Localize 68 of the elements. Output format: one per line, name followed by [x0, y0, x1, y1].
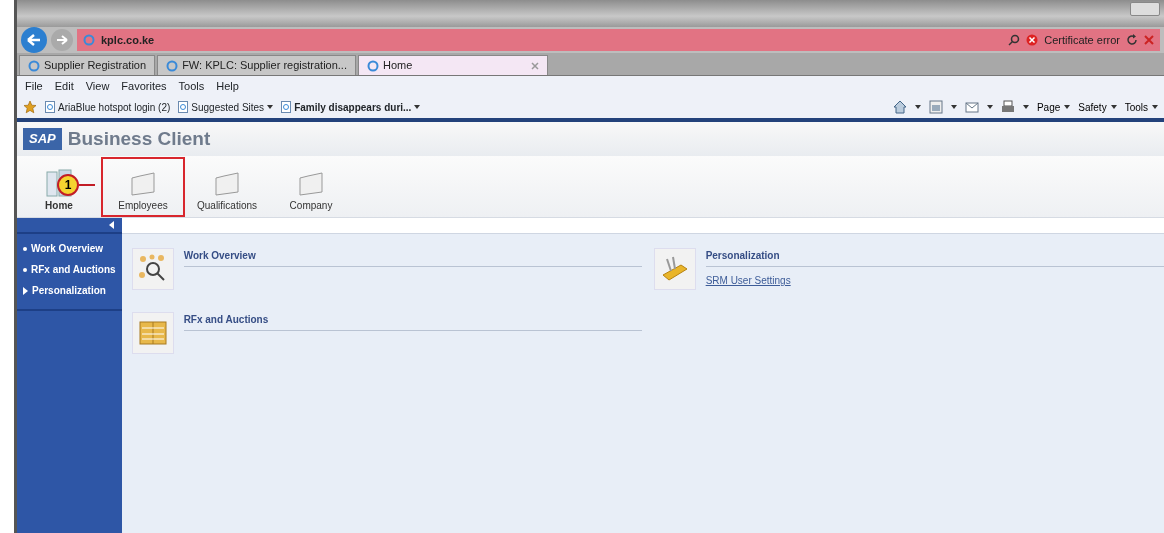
- browser-tab[interactable]: Supplier Registration: [19, 55, 156, 75]
- menu-item[interactable]: File: [25, 77, 43, 95]
- sap-logo: SAP: [23, 128, 62, 150]
- nav-tab[interactable]: Qualifications: [185, 157, 269, 217]
- bullet-icon: [23, 267, 27, 272]
- command-menu[interactable]: Safety: [1078, 99, 1117, 115]
- settings-link[interactable]: SRM User Settings: [705, 273, 791, 288]
- forward-arrow-icon: [56, 35, 68, 45]
- close-icon[interactable]: [531, 61, 539, 70]
- tab-label: Home: [383, 58, 413, 74]
- favorites-star-icon[interactable]: [23, 100, 37, 114]
- nav-tab[interactable]: Company: [269, 157, 353, 217]
- caret-icon[interactable]: [986, 105, 993, 109]
- command-menu[interactable]: Page: [1036, 99, 1071, 115]
- menu-item[interactable]: Edit: [54, 77, 74, 95]
- caret-icon[interactable]: [1022, 105, 1029, 109]
- menu-item[interactable]: Favorites: [121, 77, 167, 95]
- minimize-button[interactable]: [1130, 2, 1160, 16]
- refresh-icon[interactable]: [1126, 34, 1138, 46]
- caret-icon[interactable]: [414, 105, 421, 109]
- page-icon: [178, 101, 189, 113]
- mail-icon[interactable]: [964, 100, 979, 114]
- back-button[interactable]: [21, 27, 47, 53]
- command-menu[interactable]: Tools: [1124, 99, 1158, 115]
- browser-icon: [83, 34, 95, 46]
- browser-icon: [367, 59, 379, 72]
- print-icon[interactable]: [1000, 100, 1015, 114]
- caret-icon[interactable]: [267, 105, 274, 109]
- favorite-link[interactable]: AriaBlue hotspot login (2): [58, 99, 171, 115]
- home-icon[interactable]: [892, 100, 907, 114]
- caret-icon: [1110, 105, 1117, 109]
- leader-line: [79, 184, 95, 186]
- back-arrow-icon: [27, 34, 41, 46]
- sidebar-item[interactable]: Personalization: [17, 280, 122, 301]
- menu-item[interactable]: Help: [216, 77, 239, 95]
- nav-tab[interactable]: Employees: [101, 157, 185, 217]
- caret-icon: [1064, 105, 1071, 109]
- page-icon: [281, 101, 292, 113]
- favorite-link[interactable]: Suggested Sites: [191, 99, 265, 115]
- caret-icon: [1152, 105, 1158, 109]
- sidebar-item[interactable]: RFx and Auctions: [17, 259, 122, 280]
- certificate-error[interactable]: Certificate error: [1044, 31, 1120, 49]
- collapse-icon[interactable]: [108, 221, 114, 229]
- browser-tab[interactable]: FW: KPLC: Supplier registration...: [157, 55, 356, 75]
- browser-icon: [166, 59, 179, 72]
- tab-label: FW: KPLC: Supplier registration...: [182, 58, 347, 74]
- expand-icon: [23, 286, 28, 295]
- tab-label: Supplier Registration: [44, 58, 147, 74]
- error-icon: [1026, 34, 1039, 46]
- menu-item[interactable]: View: [85, 77, 110, 95]
- bullet-icon: [23, 246, 27, 251]
- caret-icon[interactable]: [914, 105, 921, 109]
- section-title[interactable]: Personalization: [705, 248, 1164, 267]
- search-icon[interactable]: [1008, 34, 1021, 46]
- sidebar-item[interactable]: Work Overview: [17, 238, 122, 259]
- address-bar[interactable]: kplc.co.ke Certificate error: [77, 29, 1160, 51]
- app-title: Business Client: [67, 126, 211, 151]
- forward-button[interactable]: [51, 29, 73, 51]
- url-text: kplc.co.ke: [101, 32, 155, 48]
- section-title[interactable]: RFx and Auctions: [183, 312, 642, 331]
- caret-icon[interactable]: [950, 105, 957, 109]
- menu-item[interactable]: Tools: [178, 77, 205, 95]
- browser-icon: [28, 59, 40, 72]
- browser-tab[interactable]: Home: [358, 55, 548, 75]
- section-title[interactable]: Work Overview: [183, 248, 642, 267]
- favorite-link[interactable]: Family disappears duri...: [294, 99, 412, 115]
- page-icon: [45, 101, 55, 113]
- callout-marker: 1: [57, 174, 79, 196]
